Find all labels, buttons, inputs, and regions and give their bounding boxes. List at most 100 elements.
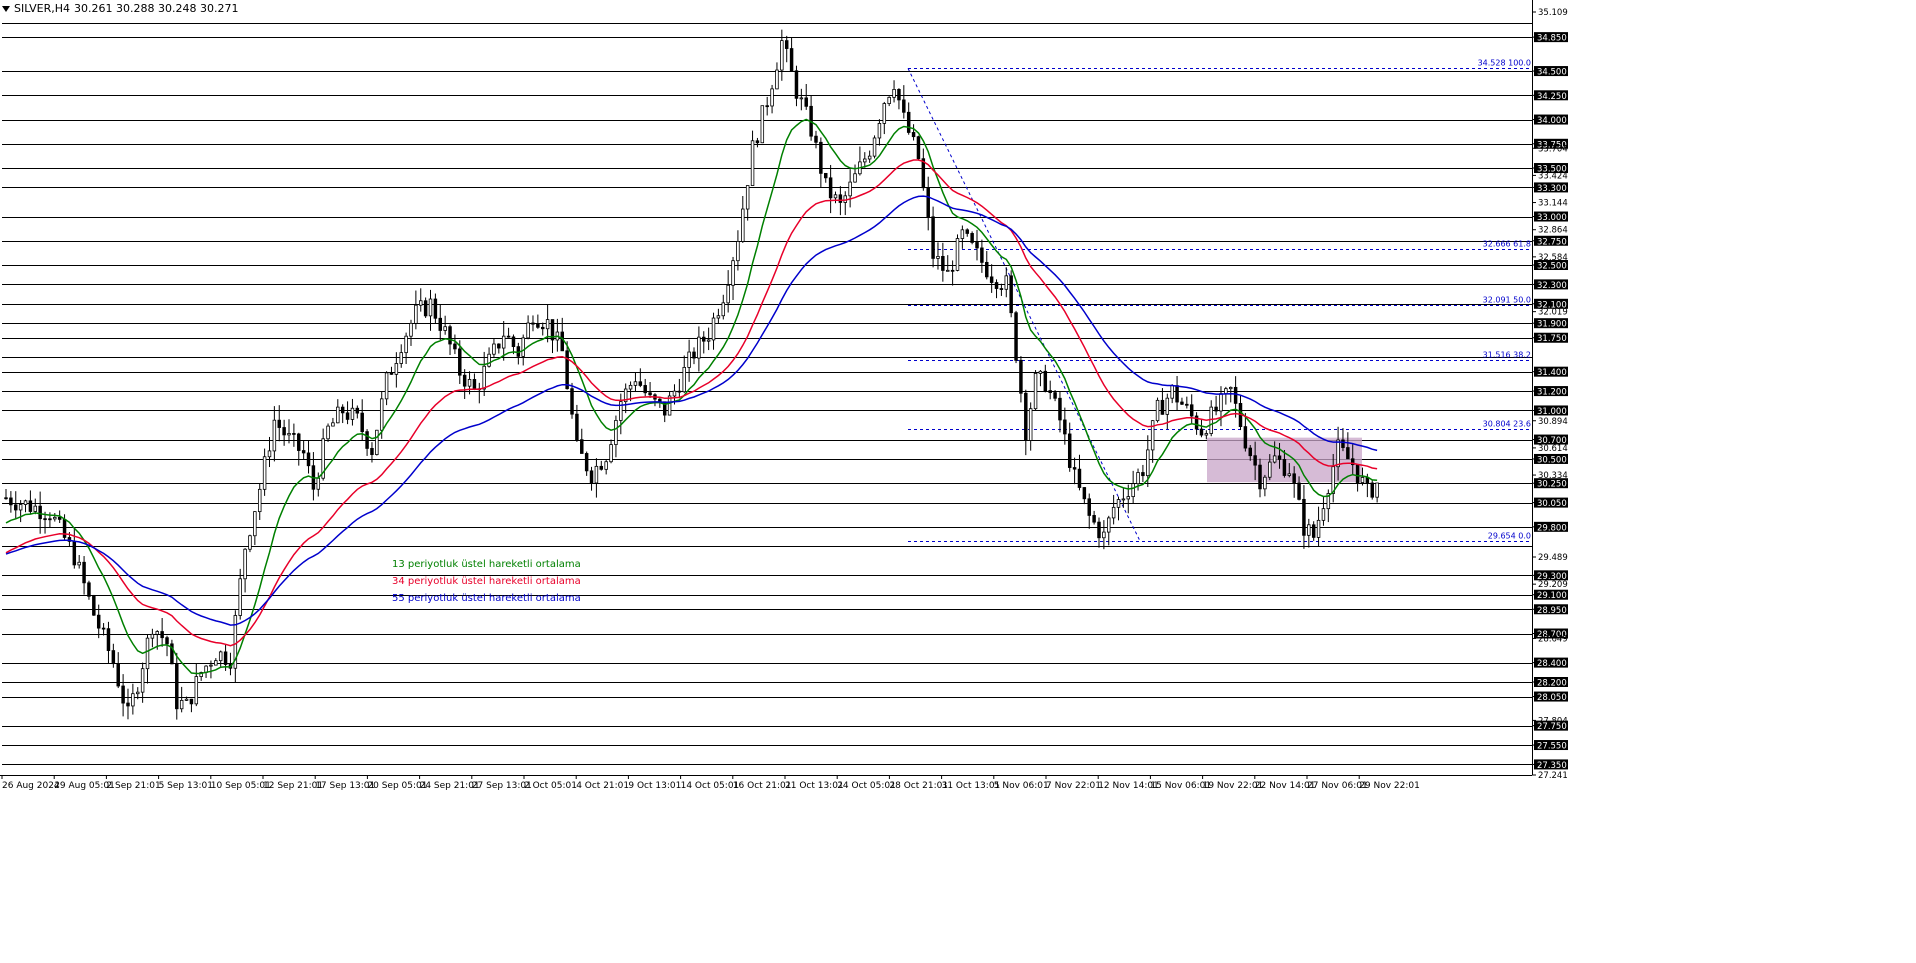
price-tick-label: 34.850 xyxy=(1537,34,1567,44)
candle-body xyxy=(92,595,96,616)
price-tick-label: 27.550 xyxy=(1537,742,1567,752)
candle-body xyxy=(223,651,228,665)
price-tick-label: 29.209 xyxy=(1538,580,1568,590)
candle-body xyxy=(1307,524,1311,536)
candle-body xyxy=(672,390,677,397)
fib-label: 34.528 100.0 xyxy=(1478,59,1531,68)
candle-body xyxy=(145,637,150,670)
candle-body xyxy=(428,298,433,317)
candle-body xyxy=(409,322,413,337)
candle-body xyxy=(765,105,769,108)
candle-body xyxy=(1258,464,1262,490)
price-tick-label: 28.200 xyxy=(1537,679,1567,689)
candle-body xyxy=(492,343,496,355)
time-tick-label: 21 Oct 13:01 xyxy=(785,781,844,791)
candle-body xyxy=(941,256,945,271)
candle-body xyxy=(497,343,501,349)
price-tick-label: 33.000 xyxy=(1537,213,1567,223)
candle-body xyxy=(1336,439,1340,468)
candle-body xyxy=(906,111,911,133)
candle-body xyxy=(614,420,618,445)
chart-frame xyxy=(0,0,1533,776)
candle-body xyxy=(926,187,930,218)
candle-body xyxy=(316,477,321,490)
candle-body xyxy=(184,698,189,701)
time-tick-label: 17 Sep 13:01 xyxy=(315,781,375,791)
candle-body xyxy=(1360,477,1365,483)
candle-body xyxy=(687,351,691,368)
candle-body xyxy=(931,216,935,259)
candle-body xyxy=(336,406,340,424)
price-tick-label: 33.424 xyxy=(1538,171,1568,181)
price-tick-label: 34.000 xyxy=(1537,116,1567,126)
time-tick-label: 29 Nov 22:01 xyxy=(1359,781,1420,791)
candle-body xyxy=(1175,385,1179,403)
candle-body xyxy=(179,699,184,710)
candle-body xyxy=(111,650,116,665)
candle-body xyxy=(282,427,286,436)
candle-body xyxy=(580,439,584,454)
candle-body xyxy=(1316,519,1321,538)
candle-body xyxy=(911,132,916,138)
price-chart[interactable]: 34.528 100.0 32.666 61.8 32.091 50.0 31.516… xyxy=(0,0,1916,963)
price-tick-label: 31.200 xyxy=(1537,388,1567,398)
candle-body xyxy=(892,89,896,98)
legend-entry: 13 periyotluk üstel hareketli ortalama xyxy=(392,559,581,570)
candle-body xyxy=(38,505,42,520)
candle-body xyxy=(628,384,633,390)
candle-body xyxy=(1126,496,1131,500)
candle-body xyxy=(1077,468,1082,488)
candle-body xyxy=(1097,521,1101,539)
candle-body xyxy=(467,379,472,387)
candle-body xyxy=(1375,482,1379,498)
candle-body xyxy=(804,97,808,107)
ohlc-values: 30.261 30.288 30.248 30.271 xyxy=(74,2,239,15)
candle-body xyxy=(175,663,179,710)
price-tick-label: 31.400 xyxy=(1537,368,1567,378)
time-tick-label: 24 Sep 21:01 xyxy=(420,781,480,791)
legend-entry: 55 periyotluk üstel hareketli ortalama xyxy=(392,593,581,604)
candle-body xyxy=(1116,499,1121,508)
candle-body xyxy=(770,88,774,107)
fib-label: 30.804 23.6 xyxy=(1483,420,1531,429)
symbol-header: SILVER,H4 30.261 30.288 30.248 30.271 xyxy=(2,2,238,15)
candle-body xyxy=(238,578,242,616)
candle-body xyxy=(882,103,887,124)
candle-body xyxy=(736,241,740,262)
candle-body xyxy=(570,388,574,415)
price-tick-label: 30.050 xyxy=(1537,499,1567,509)
candle-body xyxy=(82,561,86,584)
candle-body xyxy=(994,282,999,289)
price-tick-label: 32.500 xyxy=(1537,262,1567,272)
candle-body xyxy=(287,433,291,436)
candle-body xyxy=(1199,428,1204,436)
price-tick-label: 27.750 xyxy=(1537,722,1567,732)
candle-body xyxy=(1272,455,1277,463)
candle-body xyxy=(365,431,369,449)
candle-body xyxy=(526,322,530,339)
candle-body xyxy=(43,518,47,521)
candle-body xyxy=(389,372,394,375)
candle-body xyxy=(1233,386,1238,404)
symbol-name: SILVER,H4 xyxy=(14,2,71,15)
candle-body xyxy=(1131,483,1135,498)
candle-body xyxy=(1214,406,1218,412)
price-tick-label: 32.019 xyxy=(1538,308,1568,318)
candle-body xyxy=(970,233,974,243)
candle-body xyxy=(955,238,960,271)
time-tick-label: 2 Sep 21:01 xyxy=(106,781,160,791)
time-axis: 26 Aug 202429 Aug 05:012 Sep 21:015 Sep … xyxy=(1,775,1420,791)
price-tick-label: 32.300 xyxy=(1537,281,1567,291)
candle-body xyxy=(1253,455,1257,466)
candle-body xyxy=(1024,392,1028,441)
candle-body xyxy=(584,453,589,472)
price-tick-label: 32.864 xyxy=(1538,226,1568,236)
candle-body xyxy=(345,412,350,420)
fib-label: 32.666 61.8 xyxy=(1483,240,1531,249)
candle-body xyxy=(443,326,447,331)
dropdown-triangle-icon[interactable] xyxy=(2,5,10,12)
time-tick-label: 14 Oct 05:01 xyxy=(681,781,740,791)
candle-body xyxy=(14,504,18,511)
fib-label: 29.654 0.0 xyxy=(1488,532,1531,541)
candle-body xyxy=(755,140,760,144)
